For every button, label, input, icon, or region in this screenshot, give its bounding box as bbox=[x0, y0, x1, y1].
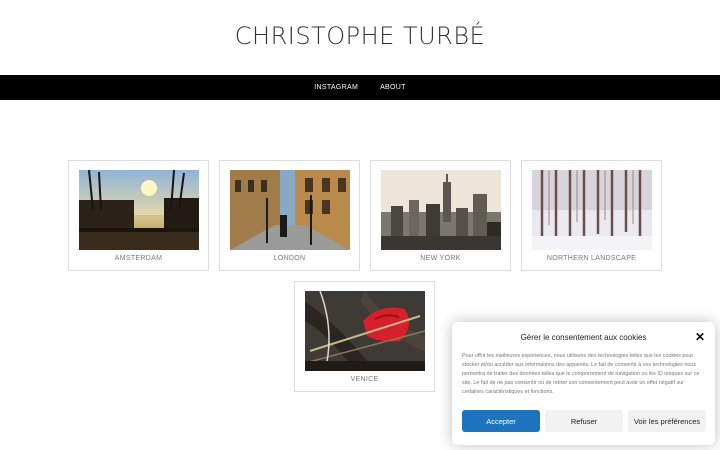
view-preferences-button[interactable]: Voir les préférences bbox=[628, 410, 706, 432]
gallery-caption: NEW YORK bbox=[420, 255, 461, 262]
gallery-caption: AMSTERDAM bbox=[114, 255, 163, 262]
gallery-caption: NORTHERN LANDSCAPE bbox=[546, 255, 637, 262]
cookie-banner-title: Gérer le consentement aux cookies bbox=[520, 333, 647, 342]
nav-link-about[interactable]: ABOUT bbox=[380, 84, 406, 91]
photo-northern-landscape bbox=[532, 170, 652, 250]
page: CHRISTOPHE TURBÉ INSTAGRAM ABOUT AMSTERD… bbox=[0, 0, 720, 450]
cookie-consent-banner: Gérer le consentement aux cookies ✕ Pour… bbox=[452, 322, 715, 445]
cookie-banner-text: Pour offrir les meilleures expériences, … bbox=[462, 353, 700, 395]
gallery-item-london[interactable]: LONDON bbox=[219, 160, 360, 271]
close-icon[interactable]: ✕ bbox=[695, 331, 705, 343]
gallery-item-amsterdam[interactable]: AMSTERDAM bbox=[68, 160, 209, 271]
gallery-item-northern-landscape[interactable]: NORTHERN LANDSCAPE bbox=[521, 160, 662, 271]
photo-venice bbox=[305, 291, 425, 371]
gallery-caption: VENICE bbox=[350, 376, 379, 383]
gallery-item-venice[interactable]: VENICE bbox=[294, 281, 435, 392]
main-navbar: INSTAGRAM ABOUT bbox=[0, 75, 720, 100]
accept-button[interactable]: Accepter bbox=[462, 410, 540, 432]
gallery-caption: LONDON bbox=[273, 255, 306, 262]
gallery-item-new-york[interactable]: NEW YORK bbox=[370, 160, 511, 271]
photo-london bbox=[230, 170, 350, 250]
photo-amsterdam bbox=[79, 170, 199, 250]
nav-link-instagram[interactable]: INSTAGRAM bbox=[314, 84, 358, 91]
photo-new-york bbox=[381, 170, 501, 250]
site-title[interactable]: CHRISTOPHE TURBÉ bbox=[0, 22, 720, 50]
refuse-button[interactable]: Refuser bbox=[545, 410, 623, 432]
